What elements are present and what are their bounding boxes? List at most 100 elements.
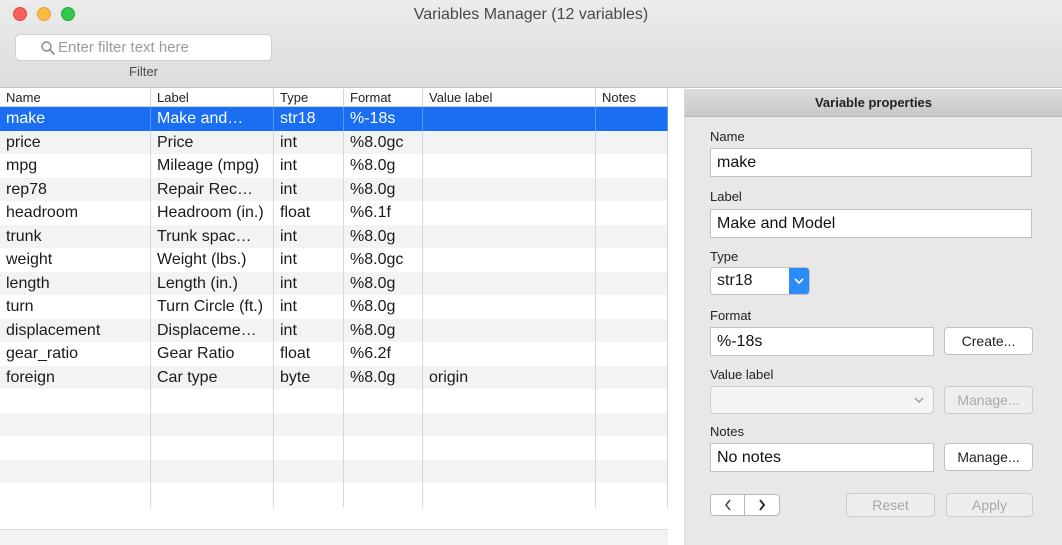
cell-notes xyxy=(596,130,668,154)
variables-table[interactable]: Name Label Type Format Value label Notes… xyxy=(0,89,668,529)
table-row[interactable] xyxy=(0,483,668,507)
table-row[interactable]: trunk Trunk spac… int %8.0g xyxy=(0,224,668,248)
type-select[interactable]: str18 xyxy=(710,267,810,295)
create-format-button[interactable]: Create... xyxy=(944,327,1033,355)
cell-format xyxy=(344,436,423,460)
cell-label xyxy=(151,459,274,483)
chevron-down-icon xyxy=(789,268,809,294)
cell-value-label xyxy=(423,224,596,248)
table-row[interactable]: turn Turn Circle (ft.) int %8.0g xyxy=(0,295,668,319)
cell-value-label xyxy=(423,318,596,342)
cell-value-label xyxy=(423,412,596,436)
cell-type: int xyxy=(274,318,344,342)
cell-type: int xyxy=(274,154,344,178)
cell-name: length xyxy=(0,271,151,295)
variable-properties-panel: Variable properties Name make Label Make… xyxy=(685,89,1062,545)
table-row[interactable]: gear_ratio Gear Ratio float %6.2f xyxy=(0,342,668,366)
name-field[interactable]: make xyxy=(710,148,1032,177)
table-row[interactable] xyxy=(0,436,668,460)
cell-format xyxy=(344,483,423,507)
column-header-value-label[interactable]: Value label xyxy=(423,89,596,106)
table-row[interactable] xyxy=(0,459,668,483)
label-field[interactable]: Make and Model xyxy=(710,209,1032,238)
table-row[interactable]: headroom Headroom (in.) float %6.1f xyxy=(0,201,668,225)
name-label: Name xyxy=(710,129,745,144)
cell-name: price xyxy=(0,130,151,154)
manage-value-label-button[interactable]: Manage... xyxy=(944,386,1033,414)
cell-notes xyxy=(596,224,668,248)
cell-name xyxy=(0,436,151,460)
column-header-label[interactable]: Label xyxy=(151,89,274,106)
previous-variable-button[interactable] xyxy=(711,495,746,515)
cell-value-label xyxy=(423,389,596,413)
cell-type: int xyxy=(274,248,344,272)
cell-type: int xyxy=(274,295,344,319)
cell-value-label xyxy=(423,248,596,272)
cell-name: headroom xyxy=(0,201,151,225)
cell-notes xyxy=(596,483,668,507)
cell-format: %8.0gc xyxy=(344,248,423,272)
cell-notes xyxy=(596,318,668,342)
cell-notes xyxy=(596,201,668,225)
cell-notes xyxy=(596,389,668,413)
cell-notes xyxy=(596,295,668,319)
cell-format: %8.0g xyxy=(344,177,423,201)
cell-type: byte xyxy=(274,365,344,389)
cell-name: turn xyxy=(0,295,151,319)
value-label-label: Value label xyxy=(710,367,774,382)
value-label-select[interactable] xyxy=(710,386,934,414)
column-header-type[interactable]: Type xyxy=(274,89,344,106)
notes-label: Notes xyxy=(710,424,744,439)
cell-format: %6.2f xyxy=(344,342,423,366)
cell-type: float xyxy=(274,201,344,225)
table-row[interactable] xyxy=(0,412,668,436)
cell-value-label xyxy=(423,177,596,201)
cell-format: %-18s xyxy=(344,107,423,131)
table-row[interactable]: make Make and… str18 %-18s xyxy=(0,107,668,131)
filter-input[interactable] xyxy=(58,39,268,56)
cell-format: %8.0g xyxy=(344,365,423,389)
table-row[interactable]: price Price int %8.0gc xyxy=(0,130,668,154)
cell-type: int xyxy=(274,130,344,154)
cell-name: make xyxy=(0,107,151,131)
split-divider[interactable] xyxy=(668,89,685,545)
chevron-left-icon xyxy=(724,499,731,511)
label-label: Label xyxy=(710,189,742,204)
reset-button[interactable]: Reset xyxy=(846,493,935,517)
table-row[interactable]: weight Weight (lbs.) int %8.0gc xyxy=(0,248,668,272)
cell-type xyxy=(274,483,344,507)
cell-type: str18 xyxy=(274,107,344,131)
filter-search-field[interactable] xyxy=(15,34,272,61)
variable-navigation xyxy=(710,494,780,516)
cell-name: mpg xyxy=(0,154,151,178)
cell-name: trunk xyxy=(0,224,151,248)
table-row[interactable]: length Length (in.) int %8.0g xyxy=(0,271,668,295)
notes-field[interactable]: No notes xyxy=(710,443,934,472)
table-footer xyxy=(0,529,668,545)
cell-type xyxy=(274,459,344,483)
apply-button[interactable]: Apply xyxy=(946,493,1033,517)
cell-value-label: origin xyxy=(423,365,596,389)
cell-format xyxy=(344,459,423,483)
manage-notes-button[interactable]: Manage... xyxy=(944,443,1033,471)
table-row[interactable]: foreign Car type byte %8.0g origin xyxy=(0,365,668,389)
column-header-notes[interactable]: Notes xyxy=(596,89,668,106)
cell-value-label xyxy=(423,459,596,483)
properties-header: Variable properties xyxy=(685,89,1062,117)
cell-format: %8.0gc xyxy=(344,130,423,154)
table-row[interactable] xyxy=(0,389,668,413)
table-row[interactable]: mpg Mileage (mpg) int %8.0g xyxy=(0,154,668,178)
next-variable-button[interactable] xyxy=(745,495,779,515)
format-label: Format xyxy=(710,308,752,323)
cell-value-label xyxy=(423,436,596,460)
table-row[interactable]: rep78 Repair Rec… int %8.0g xyxy=(0,177,668,201)
cell-format: %8.0g xyxy=(344,271,423,295)
cell-notes xyxy=(596,412,668,436)
table-row[interactable]: displacement Displaceme… int %8.0g xyxy=(0,318,668,342)
column-header-name[interactable]: Name xyxy=(0,89,151,106)
format-field[interactable]: %-18s xyxy=(710,327,934,356)
column-header-format[interactable]: Format xyxy=(344,89,423,106)
cell-name: rep78 xyxy=(0,177,151,201)
cell-label: Repair Rec… xyxy=(151,177,274,201)
cell-format: %8.0g xyxy=(344,154,423,178)
